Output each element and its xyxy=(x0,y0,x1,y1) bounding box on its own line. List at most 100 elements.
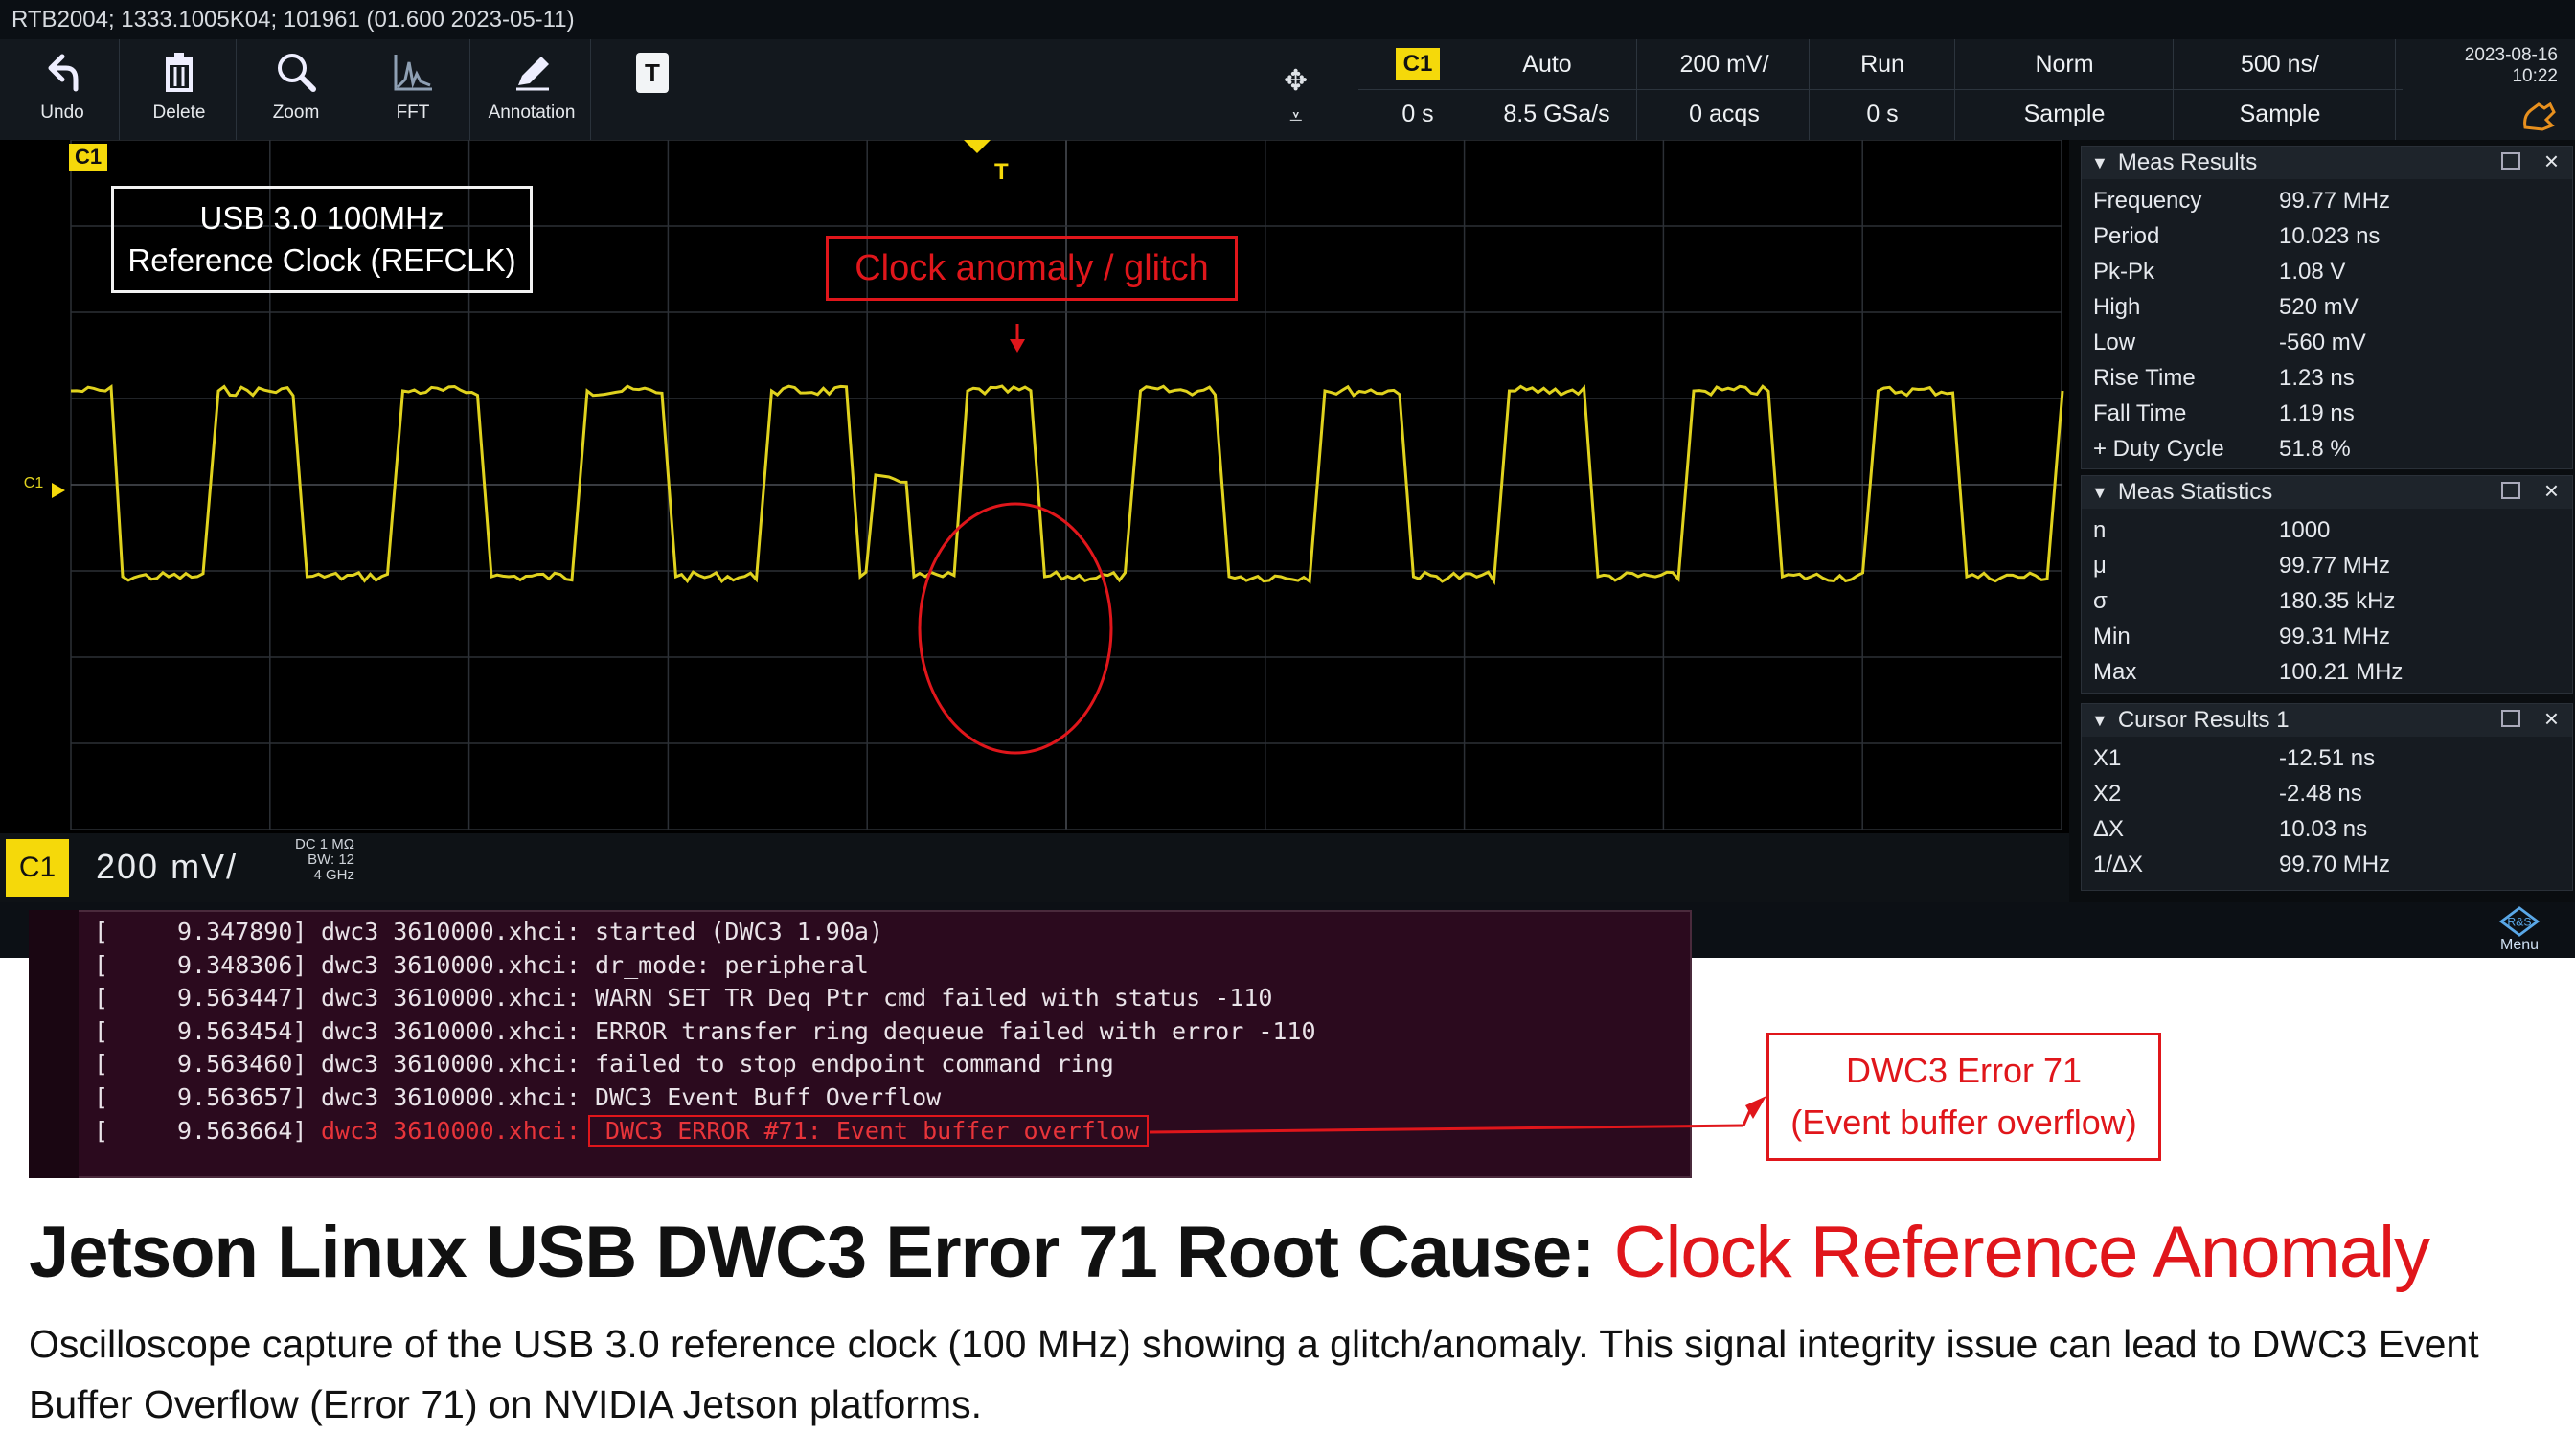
error-callout-line1: DWC3 Error 71 xyxy=(1845,1051,2083,1090)
error-callout-box: DWC3 Error 71 (Event buffer overflow) xyxy=(1766,1033,2161,1161)
collapse-triangle-icon[interactable]: ▼ xyxy=(2091,711,2108,731)
meas-statistic-row-label: Max xyxy=(2093,658,2137,685)
meas-result-row: Low -560 mV xyxy=(2082,325,2572,360)
delete-button[interactable]: Delete xyxy=(123,39,237,140)
magnifier-icon xyxy=(278,54,316,92)
run-state[interactable]: Run xyxy=(1811,39,1954,89)
time-readout: 10:22 xyxy=(2512,66,2558,86)
log-line-error-highlight: DWC3 ERROR #71: Event buffer overflow xyxy=(588,1114,1149,1147)
close-icon[interactable]: × xyxy=(2544,476,2559,506)
results-sidebar: ▼ Meas Results × Frequency 99.77 MHz Perio… xyxy=(2069,140,2575,902)
meas-statistic-row-label: μ xyxy=(2093,552,2107,579)
timebase-readout[interactable]: 500 ns/ xyxy=(2175,39,2385,89)
meas-result-row-value: 1.08 V xyxy=(2279,258,2346,284)
trigger-marker[interactable] xyxy=(964,140,991,153)
anomaly-label: Clock anomaly / glitch xyxy=(855,247,1209,288)
meas-result-row-value: 99.77 MHz xyxy=(2279,187,2391,214)
meas-results-header[interactable]: ▼ Meas Results × xyxy=(2082,147,2572,179)
date-readout: 2023-08-16 xyxy=(2464,45,2558,65)
trigger-type[interactable]: Norm xyxy=(1973,39,2155,89)
fft-button[interactable]: FFT xyxy=(356,39,470,140)
channel-scale[interactable]: 200 mV/ xyxy=(96,847,238,887)
page-title-main: Jetson Linux USB DWC3 Error 71 Root Caus… xyxy=(29,1212,1614,1293)
cursor-result-row-label: 1/ΔX xyxy=(2093,851,2144,877)
navigation-icon[interactable]: ✥ xyxy=(1284,64,1308,98)
zoom-button[interactable]: Zoom xyxy=(239,39,353,140)
header-channel-cell[interactable]: C1 xyxy=(1360,39,1475,89)
menu-button[interactable]: R&S Menu xyxy=(2481,906,2558,954)
trash-icon xyxy=(166,53,193,92)
log-line-bracket: [ xyxy=(94,1083,109,1111)
meas-statistic-row-value: 1000 xyxy=(2279,516,2331,543)
instrument-info-bar: RTB2004; 1333.1005K04; 101961 (01.600 20… xyxy=(0,0,2575,39)
header-divider xyxy=(2173,39,2174,140)
undock-icon[interactable] xyxy=(2501,482,2520,499)
collapse-triangle-icon[interactable]: ▼ xyxy=(2091,483,2108,503)
meas-result-row: Frequency 99.77 MHz xyxy=(2082,183,2572,218)
channel-level-marker[interactable] xyxy=(52,483,65,498)
acquisition-mode-2[interactable]: Sample xyxy=(2175,89,2385,139)
meas-statistic-row-value: 99.31 MHz xyxy=(2279,623,2391,649)
meas-result-row-value: 1.19 ns xyxy=(2279,399,2355,426)
meas-statistics-panel: ▼ Meas Statistics × n 1000 μ 99.77 MHz σ 180.… xyxy=(2081,475,2573,694)
fft-label: FFT xyxy=(396,102,430,123)
anomaly-highlight-ellipse xyxy=(918,502,1113,755)
meas-statistics-header[interactable]: ▼ Meas Statistics × xyxy=(2082,476,2572,509)
meas-results-panel: ▼ Meas Results × Frequency 99.77 MHz Perio… xyxy=(2081,146,2573,469)
acquisition-mode[interactable]: Sample xyxy=(1973,89,2155,139)
meas-result-row-value: -560 mV xyxy=(2279,329,2366,355)
error-callout-line2: (Event buffer overflow) xyxy=(1790,1103,2137,1142)
log-line-timestamp: 9.563460] xyxy=(177,1050,308,1079)
horizontal-position[interactable]: 0 s xyxy=(1360,89,1475,139)
level-marker-label: C1 xyxy=(23,475,44,491)
meas-statistic-row-label: σ xyxy=(2093,587,2108,614)
waveform-display[interactable]: C1 T C1 USB 3.0 100MHz Reference Clock (… xyxy=(0,140,2069,902)
collapse-icon[interactable]: ⩡ xyxy=(1289,104,1303,131)
trigger-mode[interactable]: Auto xyxy=(1475,39,1619,89)
meas-results-title: Meas Results xyxy=(2117,149,2258,175)
meas-result-row-label: Pk-Pk xyxy=(2093,258,2155,284)
meas-statistic-row-label: n xyxy=(2093,516,2107,543)
meas-result-row-label: Low xyxy=(2093,329,2136,355)
undock-icon[interactable] xyxy=(2501,710,2520,727)
log-line-bracket: [ xyxy=(94,1050,109,1079)
signal-label-box: USB 3.0 100MHz Reference Clock (REFCLK) xyxy=(111,186,533,293)
pencil-icon xyxy=(516,57,549,91)
hand-icon[interactable] xyxy=(2519,99,2558,133)
log-line-message: dwc3 3610000.xhci: WARN SET TR Deq Ptr c… xyxy=(321,984,1273,1012)
meas-result-row: High 520 mV xyxy=(2082,289,2572,325)
log-line-timestamp: 9.563447] xyxy=(177,984,308,1012)
log-line-message: dwc3 3610000.xhci: ERROR transfer ring d… xyxy=(321,1016,1316,1045)
svg-text:R&S: R&S xyxy=(2507,916,2531,929)
log-line-message: dwc3 3610000.xhci: started (DWC3 1.90a) xyxy=(321,918,883,945)
undo-button[interactable]: Undo xyxy=(6,39,120,140)
spectrum-icon xyxy=(394,55,432,91)
meas-result-row-value: 1.23 ns xyxy=(2279,364,2355,391)
close-icon[interactable]: × xyxy=(2544,147,2559,176)
meas-result-row-label: + Duty Cycle xyxy=(2093,435,2224,462)
meas-result-row-label: High xyxy=(2093,293,2141,320)
cursor-results-header[interactable]: ▼ Cursor Results 1 × xyxy=(2082,704,2572,737)
vertical-scale-readout[interactable]: 200 mV/ xyxy=(1638,39,1811,89)
meas-statistic-row-value: 180.35 kHz xyxy=(2279,587,2396,614)
meas-result-row-label: Period xyxy=(2093,222,2160,249)
channel-button[interactable]: C1 xyxy=(6,839,69,897)
anomaly-label-box: Clock anomaly / glitch xyxy=(826,236,1238,301)
cursor-result-row: X1 -12.51 ns xyxy=(2082,740,2572,776)
page-title: Jetson Linux USB DWC3 Error 71 Root Caus… xyxy=(29,1211,2430,1294)
log-line-bracket: [ xyxy=(94,1016,109,1045)
toolbar: Undo Delete Zoom FFT Annotation T ✥ ⩡ C1… xyxy=(0,39,2575,140)
text-tool-button[interactable]: T xyxy=(636,53,669,93)
undock-icon[interactable] xyxy=(2501,152,2520,170)
meas-result-row-value: 10.023 ns xyxy=(2279,222,2381,249)
sample-rate: 8.5 GSa/s xyxy=(1503,100,1610,127)
cursor-result-row-label: X1 xyxy=(2093,744,2122,771)
collapse-triangle-icon[interactable]: ▼ xyxy=(2091,153,2108,173)
rs-logo-icon: R&S xyxy=(2498,906,2541,937)
meas-result-row: Pk-Pk 1.08 V xyxy=(2082,254,2572,289)
close-icon[interactable]: × xyxy=(2544,704,2559,734)
cursor-result-row-value: 10.03 ns xyxy=(2279,815,2368,842)
signal-label-line2: Reference Clock (REFCLK) xyxy=(127,242,516,278)
channel-bar: C1 200 mV/ DC 1 MΩ BW: 12 4 GHz xyxy=(0,833,2069,902)
annotation-button[interactable]: Annotation xyxy=(473,39,591,140)
